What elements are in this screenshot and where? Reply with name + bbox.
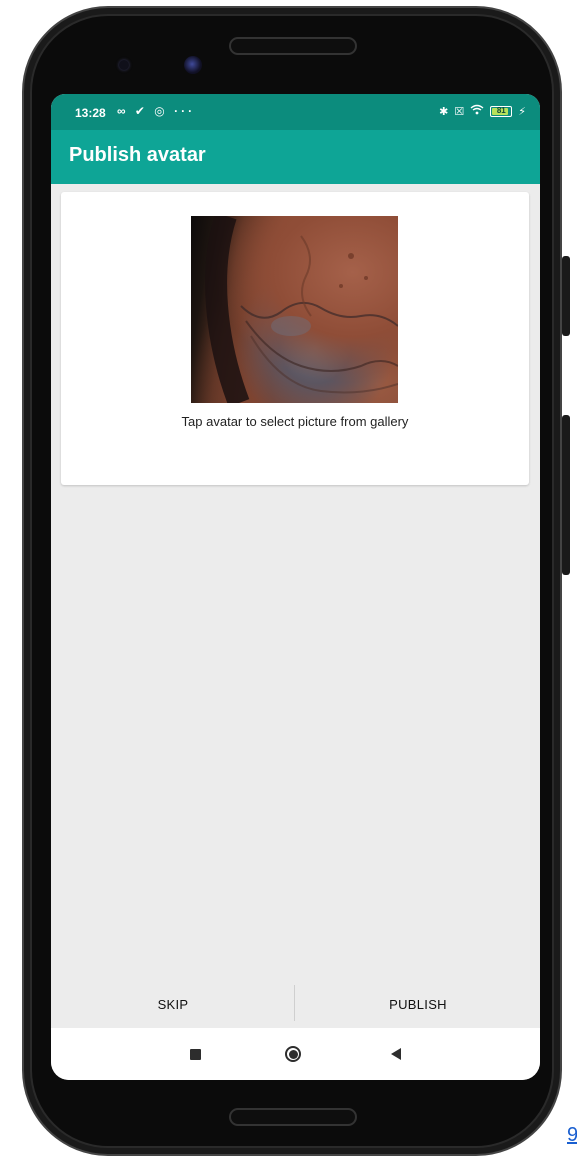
earpiece-speaker (229, 37, 357, 55)
status-bar: 13:28 ∞ ✔ ◎ ··· ✱ ☒ 81 ⚡ (51, 94, 540, 130)
volume-button[interactable] (562, 415, 570, 575)
skip-button[interactable]: SKIP (51, 980, 295, 1028)
system-icons: ✱ ☒ 81 ⚡ (439, 104, 526, 118)
back-icon[interactable] (384, 1042, 408, 1066)
battery-icon: 81 (490, 105, 513, 117)
wifi-icon (470, 104, 484, 118)
front-camera-icon (184, 56, 202, 74)
charging-icon: ⚡ (518, 105, 526, 118)
avatar-image[interactable] (191, 216, 398, 403)
corner-link[interactable]: 9 (567, 1124, 577, 1147)
bottom-speaker (229, 1108, 357, 1126)
page-title: Publish avatar (69, 144, 206, 166)
bottom-actions: SKIP PUBLISH (51, 980, 540, 1028)
notification-icons: ∞ ✔ ◎ ··· (117, 104, 196, 118)
bluetooth-icon: ✱ (439, 105, 449, 118)
battery-level: 81 (496, 105, 506, 115)
recents-icon[interactable] (183, 1042, 207, 1066)
status-time: 13:28 (75, 106, 106, 120)
navigation-bar (51, 1028, 540, 1080)
avatar-card: Tap avatar to select picture from galler… (61, 192, 529, 485)
mars-surface-graphic (205, 216, 398, 403)
device-frame: 13:28 ∞ ✔ ◎ ··· ✱ ☒ 81 ⚡ Publish avatar (0, 0, 577, 1157)
sensor-icon (119, 60, 129, 70)
screen: 13:28 ∞ ✔ ◎ ··· ✱ ☒ 81 ⚡ Publish avatar (51, 94, 540, 1080)
action-divider (294, 985, 295, 1021)
app-bar: Publish avatar (51, 130, 540, 184)
avatar-caption: Tap avatar to select picture from galler… (181, 414, 409, 429)
publish-button[interactable]: PUBLISH (296, 980, 540, 1028)
power-button[interactable] (562, 256, 570, 336)
sim-icon: ☒ (454, 105, 465, 118)
home-icon[interactable] (281, 1042, 305, 1066)
